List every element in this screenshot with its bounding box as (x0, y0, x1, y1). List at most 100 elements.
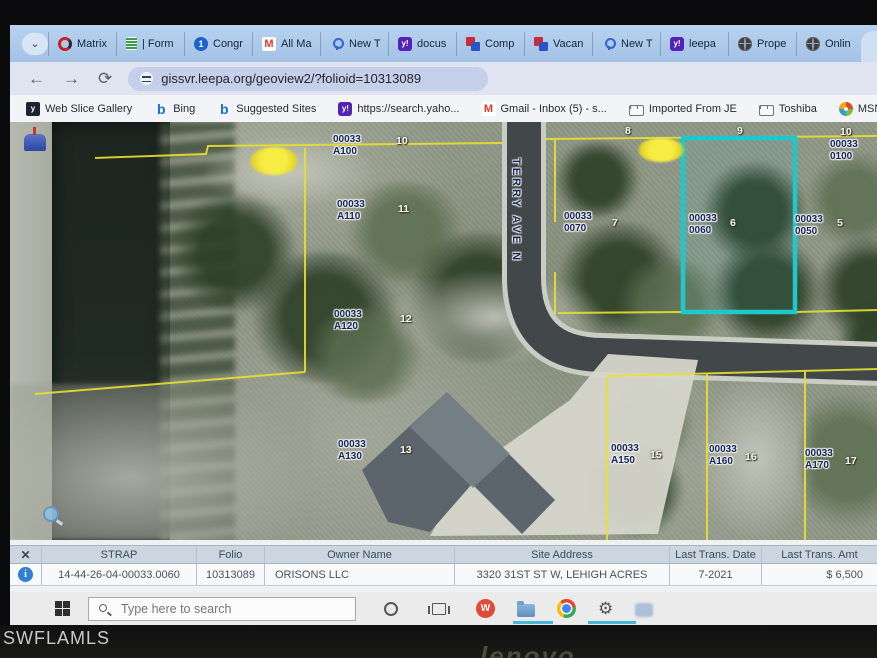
task-view-button[interactable] (432, 603, 446, 615)
forward-button[interactable]: → (63, 70, 80, 87)
laptop-photo: ⌄ Matrix | Form 1Congr MAll Ma New T y!d… (0, 0, 877, 658)
chevron-down-icon: ⌄ (30, 37, 39, 50)
cell-last-trans-date: 7-2021 (670, 564, 762, 585)
parcel-label-a110: 00033A110 (337, 199, 365, 222)
pinned-app-icon[interactable] (635, 603, 653, 617)
parcel-label-a160: 00033A160 (709, 444, 737, 467)
windows-taskbar: W ⚙ (10, 592, 877, 625)
gis-aerial-map[interactable]: 00033A100 00033A110 00033A120 00033A130 … (10, 122, 877, 540)
globe-icon (738, 37, 752, 51)
watermark-text: SWFLAMLS (3, 628, 110, 649)
bookmark-yahoo-search[interactable]: y!https://search.yaho... (338, 102, 459, 116)
tab-vacant[interactable]: Vacan (524, 32, 592, 56)
bookmark-gmail-inbox[interactable]: MGmail - Inbox (5) - s... (482, 102, 607, 116)
site-settings-icon[interactable] (140, 72, 153, 85)
cortana-button[interactable] (384, 602, 398, 616)
lot-number: 8 (625, 125, 631, 137)
start-button[interactable] (55, 601, 70, 616)
file-explorer-icon[interactable] (517, 604, 535, 617)
parcel-line (796, 310, 877, 312)
yahoo-icon: y! (670, 37, 684, 51)
screen-bezel-top (0, 0, 877, 25)
parcel-line (95, 143, 502, 158)
bookmark-web-slice-gallery[interactable]: yWeb Slice Gallery (26, 102, 132, 116)
cell-folio: 10313089 (197, 564, 265, 585)
table-header-row: ✕ STRAP Folio Owner Name Site Address La… (10, 545, 877, 564)
cell-owner: ORISONS LLC (265, 564, 455, 585)
bookmark-toshiba[interactable]: Toshiba (759, 102, 817, 116)
close-results-button[interactable]: ✕ (10, 546, 42, 563)
yellow-marker-oval (250, 147, 298, 175)
col-header-last-trans-amt: Last Trans. Amt (762, 546, 877, 563)
yahoo-icon: y! (398, 37, 412, 51)
matrix-icon (58, 37, 72, 51)
tab-new-tab-1[interactable]: New T (320, 32, 388, 56)
lot-number: 12 (400, 313, 412, 325)
parcel-line (558, 312, 682, 313)
lot-number: 9 (737, 125, 743, 137)
tab-matrix[interactable]: Matrix (48, 32, 116, 56)
cell-site-address: 3320 31ST ST W, LEHIGH ACRES (455, 564, 670, 585)
parcel-label-a100: 00033A100 (333, 134, 361, 157)
active-tab-stub[interactable] (861, 31, 877, 62)
parcel-line (35, 372, 305, 394)
folder-icon (759, 105, 774, 116)
tab-search-chevron-button[interactable]: ⌄ (22, 33, 48, 55)
tab-docusign[interactable]: y!docus (388, 32, 456, 56)
lot-number: 6 (730, 217, 736, 229)
browser-tab-strip: ⌄ Matrix | Form 1Congr MAll Ma New T y!d… (10, 25, 877, 62)
cell-strap: 14-44-26-04-00033.0060 (42, 564, 197, 585)
browser-toolbar: ← → ⟳ gissvr.leepa.org/geoview2/?folioid… (10, 62, 877, 95)
tab-comp[interactable]: Comp (456, 32, 524, 56)
screen-bezel-left (0, 0, 10, 625)
globe-icon (806, 37, 820, 51)
bing-icon: b (154, 102, 168, 116)
bookmark-imported-from-je[interactable]: Imported From JE (629, 102, 737, 116)
table-row[interactable]: i 14-44-26-04-00033.0060 10313089 ORISON… (10, 564, 877, 586)
tab-all-mail[interactable]: MAll Ma (252, 32, 320, 56)
col-header-last-trans-date: Last Trans. Date (670, 546, 762, 563)
tab-property[interactable]: Prope (728, 32, 796, 56)
form-doc-icon (126, 37, 137, 50)
settings-gear-icon[interactable]: ⚙ (598, 600, 613, 617)
parcel-label-0050: 000330050 (795, 214, 823, 237)
parcel-label-0060: 000330060 (689, 213, 717, 236)
bookmarks-bar: yWeb Slice Gallery bBing bSuggested Site… (10, 95, 877, 122)
parcel-label-0070: 000330070 (564, 211, 592, 234)
map-pin-icon (330, 37, 344, 51)
lot-number: 11 (398, 203, 409, 215)
lenovo-logo: lenovo (480, 641, 576, 658)
bookmark-suggested-sites[interactable]: bSuggested Sites (217, 102, 316, 116)
lot-number: 7 (612, 217, 618, 229)
active-app-underline (588, 621, 636, 624)
search-input[interactable] (119, 601, 339, 617)
bookmark-bing[interactable]: bBing (154, 102, 195, 116)
col-header-strap: STRAP (42, 546, 197, 563)
map-overlay-svg (10, 122, 877, 540)
tab-online[interactable]: Onlin (796, 32, 864, 56)
tab-form[interactable]: | Form (116, 32, 184, 56)
reload-button[interactable]: ⟳ (98, 70, 112, 87)
lot-number: 10 (396, 135, 408, 147)
address-bar[interactable]: gissvr.leepa.org/geoview2/?folioid=10313… (128, 67, 488, 91)
tab-congress[interactable]: 1Congr (184, 32, 252, 56)
col-header-site-address: Site Address (455, 546, 670, 563)
tab-new-tab-2[interactable]: New T (592, 32, 660, 56)
screen-bezel-bottom: SWFLAMLS lenovo (0, 625, 877, 658)
wps-office-icon[interactable]: W (476, 599, 495, 618)
taskbar-search[interactable] (88, 597, 356, 621)
col-header-owner: Owner Name (265, 546, 455, 563)
map-magnifier-icon[interactable] (43, 506, 59, 522)
bookmark-msn[interactable]: MSN.com (839, 102, 877, 116)
info-icon[interactable]: i (18, 567, 33, 582)
back-button[interactable]: ← (28, 70, 45, 87)
msn-icon (839, 102, 853, 116)
map-pin-icon (602, 37, 616, 51)
search-icon (99, 604, 107, 612)
lot-number: 16 (745, 451, 757, 463)
yellow-marker-oval (638, 138, 684, 162)
folder-icon (629, 105, 644, 116)
chrome-icon[interactable] (557, 599, 576, 618)
tab-leepa[interactable]: y!leepa (660, 32, 728, 56)
yahoo-icon: y! (338, 102, 352, 116)
